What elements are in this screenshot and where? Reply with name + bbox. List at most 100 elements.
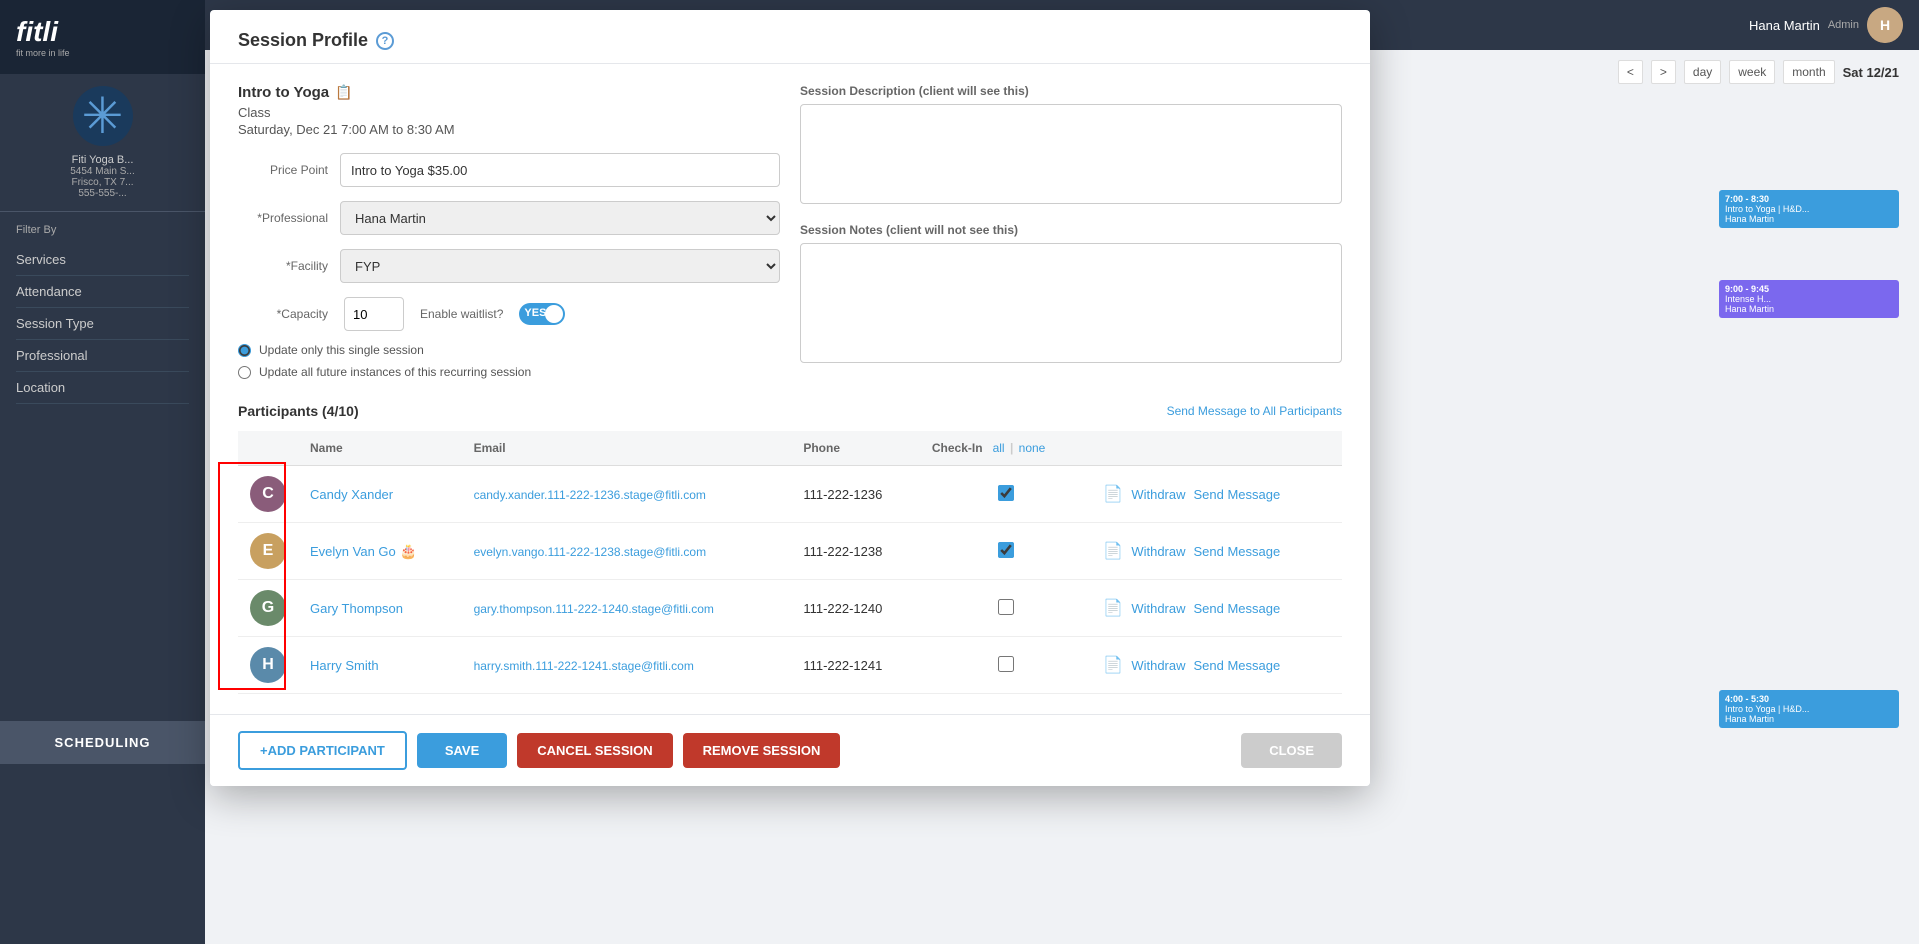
cal-event-1[interactable]: 7:00 - 8:30 Intro to Yoga | H&D... Hana … (1719, 190, 1899, 228)
remove-session-button[interactable]: REMOVE SESSION (683, 733, 841, 768)
cal-event-2[interactable]: 9:00 - 9:45 Intense H... Hana Martin (1719, 280, 1899, 318)
participant-actions-cell: 📄 Withdraw Send Message (1091, 466, 1342, 523)
participant-email-link[interactable]: gary.thompson.111-222-1240.stage@fitli.c… (474, 602, 714, 616)
sidebar-logo: fitli fit more in life (0, 0, 205, 74)
participant-email-link[interactable]: evelyn.vango.111-222-1238.stage@fitli.co… (474, 545, 707, 559)
participant-checkin-checkbox[interactable] (998, 656, 1014, 672)
participant-checkin-cell (920, 637, 1092, 694)
document-icon[interactable]: 📄 (1103, 541, 1123, 561)
sidebar-item-session-type[interactable]: Session Type (16, 308, 189, 340)
avatar[interactable]: H (1867, 7, 1903, 43)
document-icon[interactable]: 📄 (1103, 484, 1123, 504)
withdraw-link[interactable]: Withdraw (1131, 487, 1185, 502)
description-textarea[interactable] (800, 104, 1342, 204)
participant-email-link[interactable]: harry.smith.111-222-1241.stage@fitli.com (474, 659, 694, 673)
participant-checkin-checkbox[interactable] (998, 485, 1014, 501)
birthday-icon: 🎂 (396, 543, 417, 559)
form-right: Session Description (client will see thi… (800, 84, 1342, 387)
table-row: GGary Thompsongary.thompson.111-222-1240… (238, 580, 1342, 637)
modal-header: Session Profile ? (210, 10, 1370, 64)
participant-name-cell: Evelyn Van Go 🎂 (298, 523, 462, 580)
participants-table: Name Email Phone Check-In all | none (238, 431, 1342, 694)
participant-name-cell: Harry Smith (298, 637, 462, 694)
sidebar-item-services[interactable]: Services (16, 244, 189, 276)
form-left: Intro to Yoga 📋 Class Saturday, Dec 21 7… (238, 84, 780, 387)
capacity-input[interactable] (344, 297, 404, 331)
sidebar-item-attendance[interactable]: Attendance (16, 276, 189, 308)
withdraw-link[interactable]: Withdraw (1131, 658, 1185, 673)
participant-name-link[interactable]: Evelyn Van Go (310, 544, 396, 559)
price-point-input[interactable] (340, 153, 780, 187)
participant-checkin-checkbox[interactable] (998, 542, 1014, 558)
snowflake-icon: ✳ (82, 87, 124, 145)
checkin-none-link[interactable]: none (1019, 441, 1046, 455)
waitlist-toggle[interactable]: YES (519, 303, 565, 325)
withdraw-link[interactable]: Withdraw (1131, 544, 1185, 559)
participant-avatar-cell: E (238, 523, 298, 580)
participant-phone-cell: 111-222-1236 (791, 466, 920, 523)
col-checkin: Check-In all | none (920, 431, 1092, 466)
send-message-link[interactable]: Send Message (1194, 658, 1281, 673)
sidebar-item-location[interactable]: Location (16, 372, 189, 404)
document-icon[interactable]: 📄 (1103, 598, 1123, 618)
business-address-2: Frisco, TX 7... (16, 177, 189, 188)
document-icon[interactable]: 📄 (1103, 655, 1123, 675)
radio-all-label: Update all future instances of this recu… (259, 365, 531, 379)
sidebar-business: ✳ Fiti Yoga B... 5454 Main S... Frisco, … (0, 74, 205, 212)
copy-icon[interactable]: 📋 (335, 84, 352, 101)
radio-single-input[interactable] (238, 344, 251, 357)
sidebar-item-professional[interactable]: Professional (16, 340, 189, 372)
table-row: C Candy Xander candy.xander.111-222-1236.s… (238, 466, 1342, 523)
price-point-label: Price Point (238, 163, 328, 177)
participant-name-link[interactable]: Candy Xander (310, 487, 393, 502)
help-icon[interactable]: ? (376, 32, 394, 50)
professional-select[interactable]: Hana Martin (340, 201, 780, 235)
session-title-row: Intro to Yoga 📋 (238, 84, 780, 101)
participant-name-link[interactable]: Gary Thompson (310, 601, 403, 616)
facility-select[interactable]: FYP (340, 249, 780, 283)
close-button[interactable]: CLOSE (1241, 733, 1342, 768)
add-participant-button[interactable]: +ADD PARTICIPANT (238, 731, 407, 770)
modal-body: Intro to Yoga 📋 Class Saturday, Dec 21 7… (210, 64, 1370, 714)
save-button[interactable]: SAVE (417, 733, 507, 768)
radio-all-input[interactable] (238, 366, 251, 379)
facility-group: *Facility FYP (238, 249, 780, 283)
send-message-link[interactable]: Send Message (1194, 544, 1281, 559)
checkin-all-link[interactable]: all (993, 441, 1005, 455)
cal-week-button[interactable]: week (1729, 60, 1775, 84)
cal-event-3[interactable]: 4:00 - 5:30 Intro to Yoga | H&D... Hana … (1719, 690, 1899, 728)
notes-textarea[interactable] (800, 243, 1342, 363)
participant-checkin-cell (920, 580, 1092, 637)
radio-group: Update only this single session Update a… (238, 343, 780, 379)
cal-next-button[interactable]: > (1651, 60, 1676, 84)
withdraw-link[interactable]: Withdraw (1131, 601, 1185, 616)
user-name: Hana Martin (1749, 18, 1820, 33)
action-cell: 📄 Withdraw Send Message (1103, 541, 1330, 561)
scheduling-button[interactable]: SCHEDULING (0, 721, 205, 764)
participant-email-cell: harry.smith.111-222-1241.stage@fitli.com (462, 637, 792, 694)
app-tagline: fit more in life (16, 48, 189, 58)
cal-prev-button[interactable]: < (1618, 60, 1643, 84)
action-cell: 📄 Withdraw Send Message (1103, 655, 1330, 675)
participant-name-link[interactable]: Harry Smith (310, 658, 379, 673)
participant-email-link[interactable]: candy.xander.111-222-1236.stage@fitli.co… (474, 488, 706, 502)
cancel-session-button[interactable]: CANCEL SESSION (517, 733, 672, 768)
business-address-1: 5454 Main S... (16, 166, 189, 177)
cal-month-button[interactable]: month (1783, 60, 1834, 84)
send-message-link[interactable]: Send Message (1194, 601, 1281, 616)
send-message-all-link[interactable]: Send Message to All Participants (1167, 404, 1342, 418)
table-header-row: Name Email Phone Check-In all | none (238, 431, 1342, 466)
participant-phone-cell: 111-222-1241 (791, 637, 920, 694)
filter-label: Filter By (16, 224, 189, 236)
participant-name-cell: Gary Thompson (298, 580, 462, 637)
participant-checkin-cell (920, 466, 1092, 523)
action-cell: 📄 Withdraw Send Message (1103, 598, 1330, 618)
sidebar: fitli fit more in life ✳ Fiti Yoga B... … (0, 0, 205, 944)
participant-avatar: C (250, 476, 286, 512)
table-row: HHarry Smithharry.smith.111-222-1241.sta… (238, 637, 1342, 694)
participant-checkin-checkbox[interactable] (998, 599, 1014, 615)
radio-single-item: Update only this single session (238, 343, 780, 357)
send-message-link[interactable]: Send Message (1194, 487, 1281, 502)
cal-day-button[interactable]: day (1684, 60, 1721, 84)
participant-phone-cell: 111-222-1238 (791, 523, 920, 580)
